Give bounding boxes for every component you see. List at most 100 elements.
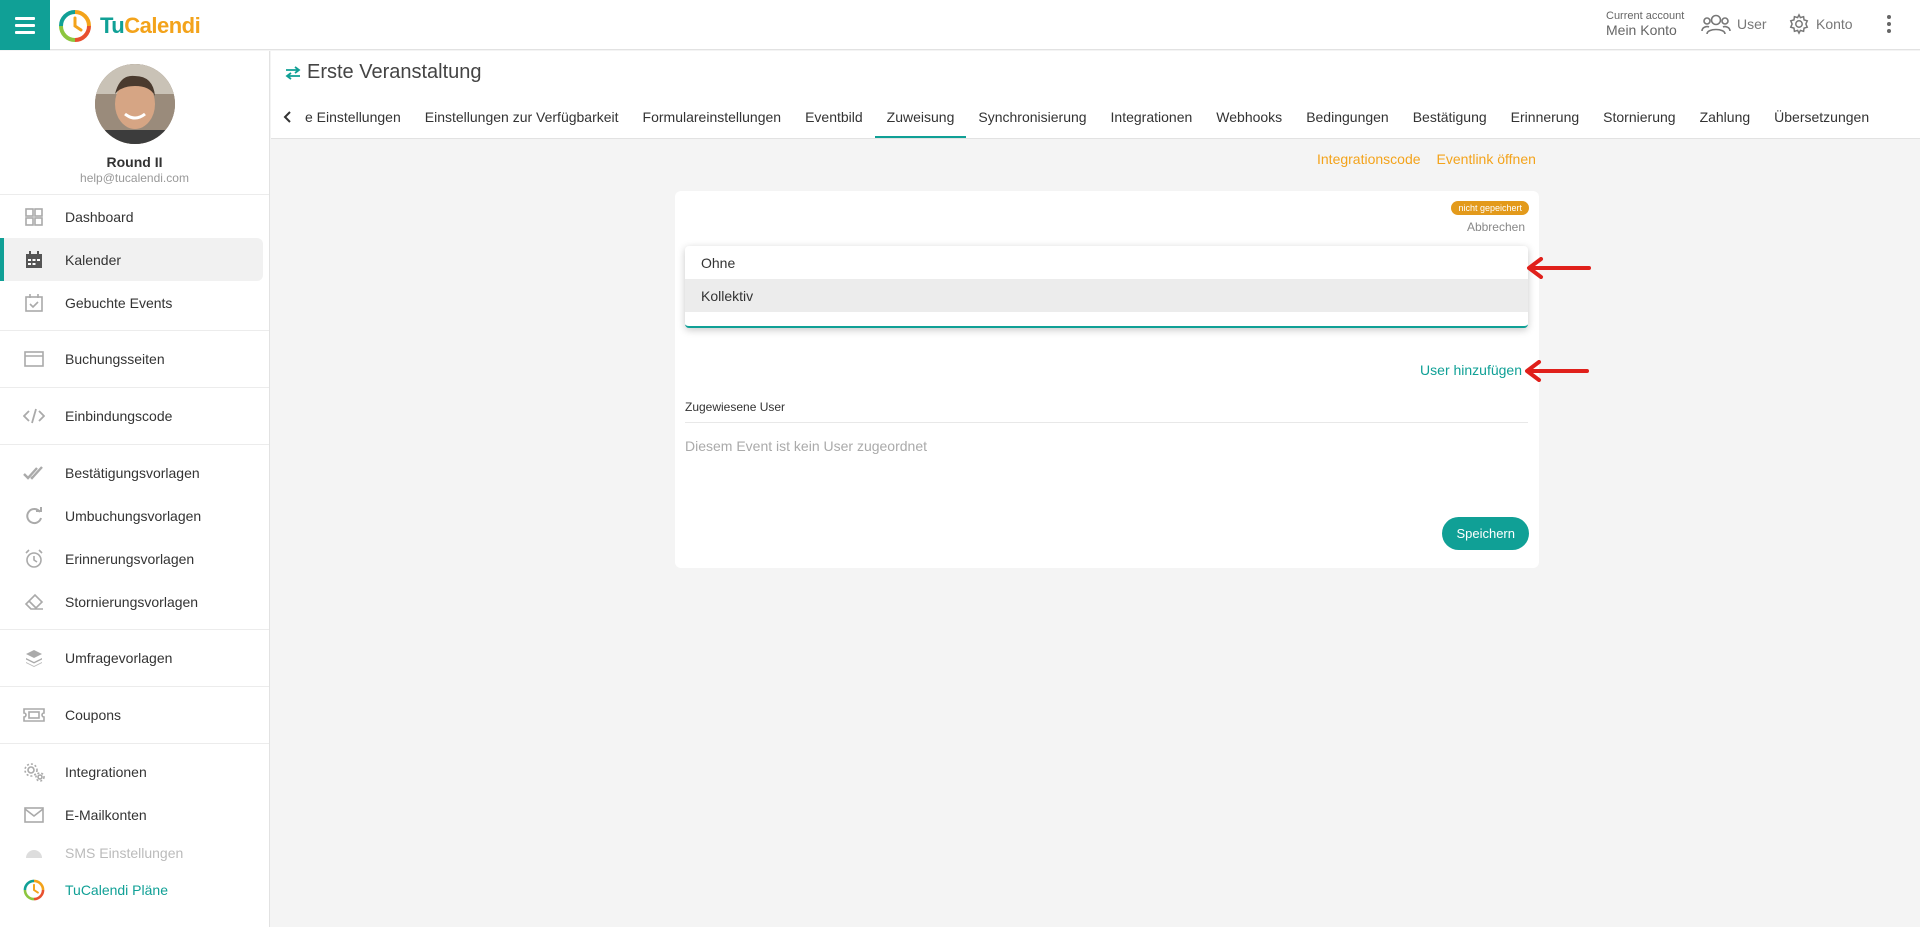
profile-email: help@tucalendi.com bbox=[80, 171, 189, 185]
more-vertical-icon[interactable] bbox=[1887, 15, 1891, 33]
page-title: Erste Veranstaltung bbox=[285, 61, 482, 84]
assignment-card: nicht gepeichert Abbrechen Ohne Kollekti… bbox=[675, 191, 1539, 568]
sidebar-item-sms-einstellungen[interactable]: SMS Einstellungen bbox=[0, 836, 269, 870]
user-menu[interactable]: User bbox=[1701, 13, 1767, 35]
sidebar-item-umbuchungsvorlagen[interactable]: Umbuchungsvorlagen bbox=[0, 494, 269, 537]
sidebar-item-kalender[interactable]: Kalender bbox=[0, 238, 263, 281]
sidebar-item-label: Gebuchte Events bbox=[65, 294, 173, 311]
sidebar-item-label: Kalender bbox=[65, 251, 122, 268]
mail-icon bbox=[23, 804, 45, 826]
sidebar-item-gebuchte-events[interactable]: Gebuchte Events bbox=[0, 281, 269, 324]
sidebar: Round II help@tucalendi.com Dashboard Ka… bbox=[0, 51, 270, 927]
account-name: Mein Konto bbox=[1606, 22, 1677, 38]
sidebar-item-label: Umfragevorlagen bbox=[65, 650, 173, 666]
code-icon bbox=[23, 405, 45, 427]
sidebar-item-e-mailkonten[interactable]: E-Mailkonten bbox=[0, 793, 269, 836]
sidebar-item-bestaetigungsvorlagen[interactable]: Bestätigungsvorlagen bbox=[0, 451, 269, 494]
sidebar-item-buchungsseiten[interactable]: Buchungsseiten bbox=[0, 331, 269, 387]
current-account[interactable]: Current account Mein Konto bbox=[1606, 10, 1685, 38]
annotation-arrow-icon bbox=[1525, 360, 1589, 382]
swap-arrows-icon bbox=[285, 65, 301, 80]
integration-code-link[interactable]: Integrationscode bbox=[1317, 151, 1421, 167]
sidebar-item-label: Coupons bbox=[65, 707, 122, 723]
alarm-clock-icon bbox=[23, 548, 45, 570]
avatar[interactable] bbox=[94, 64, 175, 144]
konto-label: Konto bbox=[1816, 16, 1853, 32]
tab-integrationen[interactable]: Integrationen bbox=[1099, 95, 1205, 138]
eraser-icon bbox=[23, 591, 45, 613]
tab-uebersetzungen[interactable]: Übersetzungen bbox=[1762, 95, 1881, 138]
tab-verfuegbarkeit[interactable]: Einstellungen zur Verfügbarkeit bbox=[413, 95, 631, 138]
sidebar-item-label: Einbindungscode bbox=[65, 408, 173, 424]
sidebar-item-erinnerungsvorlagen[interactable]: Erinnerungsvorlagen bbox=[0, 537, 269, 580]
tab-bedingungen[interactable]: Bedingungen bbox=[1294, 95, 1401, 138]
sidebar-item-label: E-Mailkonten bbox=[65, 806, 147, 823]
divider bbox=[685, 422, 1528, 423]
calendar-icon bbox=[23, 249, 45, 271]
double-check-icon bbox=[23, 462, 45, 484]
gear-icon bbox=[1789, 13, 1809, 35]
sidebar-item-label: Integrationen bbox=[65, 763, 147, 780]
profile: Round II help@tucalendi.com bbox=[0, 51, 269, 185]
sidebar-item-coupons[interactable]: Coupons bbox=[0, 687, 269, 743]
sidebar-item-label: Erinnerungsvorlagen bbox=[65, 550, 195, 567]
layers-icon bbox=[23, 647, 45, 669]
sidebar-nav: Dashboard Kalender Gebuchte Events Buchu… bbox=[0, 194, 269, 910]
sidebar-item-label: Stornierungsvorlagen bbox=[65, 593, 199, 610]
cancel-button[interactable]: Abbrechen bbox=[1467, 220, 1525, 234]
tab-einstellungen[interactable]: e Einstellungen bbox=[305, 95, 413, 138]
profile-name: Round II bbox=[106, 154, 163, 170]
chevron-left-icon[interactable] bbox=[271, 95, 305, 138]
sidebar-item-stornierungsvorlagen[interactable]: Stornierungsvorlagen bbox=[0, 580, 269, 623]
sidebar-item-einbindungscode[interactable]: Einbindungscode bbox=[0, 388, 269, 444]
empty-state-text: Diesem Event ist kein User zugeordnet bbox=[685, 438, 927, 454]
gears-icon bbox=[23, 761, 45, 783]
tab-erinnerung[interactable]: Erinnerung bbox=[1499, 95, 1592, 138]
page-header: Erste Veranstaltung e Einstellungen Eins… bbox=[271, 51, 1920, 139]
sidebar-item-dashboard[interactable]: Dashboard bbox=[0, 195, 269, 238]
account-caption: Current account bbox=[1606, 10, 1685, 22]
tucalendi-logo-icon bbox=[23, 879, 45, 901]
ticket-icon bbox=[23, 704, 45, 726]
user-label: User bbox=[1737, 16, 1767, 32]
header-links: Integrationscode Eventlink öffnen bbox=[1317, 151, 1536, 167]
main-content: Erste Veranstaltung e Einstellungen Eins… bbox=[271, 51, 1920, 927]
sidebar-item-label: SMS Einstellungen bbox=[65, 845, 184, 861]
logo-text: TuCalendi bbox=[100, 13, 201, 38]
page-title-text: Erste Veranstaltung bbox=[307, 61, 482, 83]
hamburger-menu-icon[interactable] bbox=[0, 0, 50, 50]
sidebar-item-label: Dashboard bbox=[65, 208, 134, 225]
users-icon bbox=[1701, 14, 1731, 35]
konto-menu[interactable]: Konto bbox=[1788, 13, 1853, 35]
grid-icon bbox=[23, 206, 45, 228]
app-logo[interactable]: TuCalendi bbox=[58, 9, 201, 43]
assigned-users-label: Zugewiesene User bbox=[685, 400, 786, 414]
tab-zuweisung[interactable]: Zuweisung bbox=[874, 95, 967, 138]
browser-window-icon bbox=[23, 348, 45, 370]
open-event-link[interactable]: Eventlink öffnen bbox=[1437, 151, 1536, 167]
assignment-type-dropdown[interactable]: Ohne Kollektiv bbox=[685, 246, 1528, 328]
option-ohne[interactable]: Ohne bbox=[685, 246, 1528, 279]
option-kollektiv[interactable]: Kollektiv bbox=[685, 279, 1528, 312]
tab-stornierung[interactable]: Stornierung bbox=[1591, 95, 1687, 138]
tab-synchronisierung[interactable]: Synchronisierung bbox=[966, 95, 1098, 138]
tab-bestaetigung[interactable]: Bestätigung bbox=[1401, 95, 1499, 138]
sidebar-item-label: Umbuchungsvorlagen bbox=[65, 507, 202, 524]
unsaved-badge: nicht gepeichert bbox=[1451, 201, 1529, 215]
sidebar-item-label: Buchungsseiten bbox=[65, 351, 165, 367]
sidebar-item-label: Bestätigungsvorlagen bbox=[65, 464, 200, 481]
tab-webhooks[interactable]: Webhooks bbox=[1204, 95, 1294, 138]
sidebar-item-umfragevorlagen[interactable]: Umfragevorlagen bbox=[0, 630, 269, 686]
tab-bar: e Einstellungen Einstellungen zur Verfüg… bbox=[271, 95, 1881, 138]
tucalendi-logo-icon bbox=[59, 10, 91, 42]
tab-zahlung[interactable]: Zahlung bbox=[1688, 95, 1763, 138]
sidebar-item-tucalendi-plaene[interactable]: TuCalendi Pläne bbox=[0, 870, 269, 910]
redo-icon bbox=[23, 505, 45, 527]
tab-formulareinstellungen[interactable]: Formulareinstellungen bbox=[631, 95, 794, 138]
tab-eventbild[interactable]: Eventbild bbox=[793, 95, 875, 138]
add-user-button[interactable]: User hinzufügen bbox=[1420, 362, 1522, 378]
calendar-check-icon bbox=[23, 292, 45, 314]
top-bar: TuCalendi Current account Mein Konto Use… bbox=[0, 0, 1920, 50]
sidebar-item-integrationen[interactable]: Integrationen bbox=[0, 750, 269, 793]
save-button[interactable]: Speichern bbox=[1442, 517, 1529, 550]
